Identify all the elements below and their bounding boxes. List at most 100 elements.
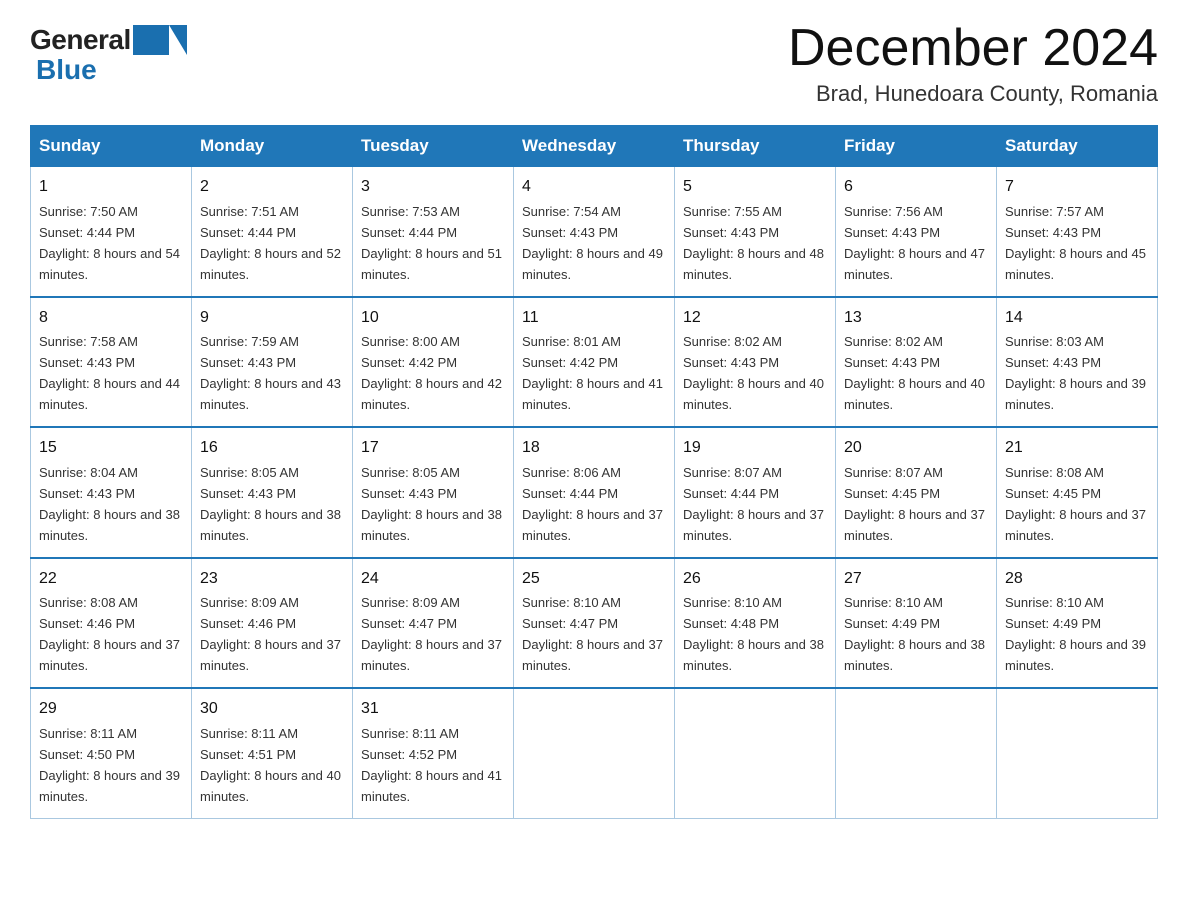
day-info: Sunrise: 8:02 AMSunset: 4:43 PMDaylight:… <box>683 334 824 412</box>
calendar-cell: 19 Sunrise: 8:07 AMSunset: 4:44 PMDayligh… <box>675 427 836 557</box>
day-number: 30 <box>200 697 344 722</box>
title-area: December 2024 Brad, Hunedoara County, Ro… <box>788 20 1158 107</box>
day-number: 10 <box>361 306 505 331</box>
day-info: Sunrise: 7:58 AMSunset: 4:43 PMDaylight:… <box>39 334 180 412</box>
day-number: 20 <box>844 436 988 461</box>
calendar-cell: 4 Sunrise: 7:54 AMSunset: 4:43 PMDaylight… <box>514 167 675 297</box>
day-info: Sunrise: 8:03 AMSunset: 4:43 PMDaylight:… <box>1005 334 1146 412</box>
day-number: 3 <box>361 175 505 200</box>
day-info: Sunrise: 8:02 AMSunset: 4:43 PMDaylight:… <box>844 334 985 412</box>
day-info: Sunrise: 8:06 AMSunset: 4:44 PMDaylight:… <box>522 465 663 543</box>
calendar-cell <box>997 688 1158 818</box>
day-info: Sunrise: 8:11 AMSunset: 4:50 PMDaylight:… <box>39 726 180 804</box>
calendar-title: December 2024 <box>788 20 1158 77</box>
calendar-cell: 3Sunrise: 7:53 AMSunset: 4:44 PMDaylight… <box>353 167 514 297</box>
calendar-cell: 23Sunrise: 8:09 AMSunset: 4:46 PMDayligh… <box>192 558 353 688</box>
page-header: General Blue December 2024 Brad, Hunedoa… <box>30 20 1158 107</box>
day-number: 21 <box>1005 436 1149 461</box>
day-number: 19 <box>683 436 827 461</box>
day-info: Sunrise: 7:59 AMSunset: 4:43 PMDaylight:… <box>200 334 341 412</box>
day-info: Sunrise: 7:51 AMSunset: 4:44 PMDaylight:… <box>200 204 341 282</box>
calendar-cell: 26 Sunrise: 8:10 AMSunset: 4:48 PMDayligh… <box>675 558 836 688</box>
calendar-cell: 28 Sunrise: 8:10 AMSunset: 4:49 PMDayligh… <box>997 558 1158 688</box>
calendar-cell: 15 Sunrise: 8:04 AMSunset: 4:43 PMDayligh… <box>31 427 192 557</box>
day-info: Sunrise: 8:01 AMSunset: 4:42 PMDaylight:… <box>522 334 663 412</box>
calendar-cell: 11 Sunrise: 8:01 AMSunset: 4:42 PMDayligh… <box>514 297 675 427</box>
calendar-cell: 22Sunrise: 8:08 AMSunset: 4:46 PMDayligh… <box>31 558 192 688</box>
calendar-week-row: 1Sunrise: 7:50 AMSunset: 4:44 PMDaylight… <box>31 167 1158 297</box>
day-info: Sunrise: 8:10 AMSunset: 4:49 PMDaylight:… <box>1005 595 1146 673</box>
calendar-cell: 20 Sunrise: 8:07 AMSunset: 4:45 PMDayligh… <box>836 427 997 557</box>
calendar-cell: 30 Sunrise: 8:11 AMSunset: 4:51 PMDayligh… <box>192 688 353 818</box>
day-number: 8 <box>39 306 183 331</box>
day-info: Sunrise: 8:07 AMSunset: 4:45 PMDaylight:… <box>844 465 985 543</box>
day-number: 23 <box>200 567 344 592</box>
day-info: Sunrise: 8:10 AMSunset: 4:47 PMDaylight:… <box>522 595 663 673</box>
day-number: 14 <box>1005 306 1149 331</box>
day-number: 24 <box>361 567 505 592</box>
calendar-cell <box>514 688 675 818</box>
day-number: 2 <box>200 175 344 200</box>
calendar-header-row: SundayMondayTuesdayWednesdayThursdayFrid… <box>31 126 1158 167</box>
calendar-cell: 25 Sunrise: 8:10 AMSunset: 4:47 PMDayligh… <box>514 558 675 688</box>
calendar-cell: 8 Sunrise: 7:58 AMSunset: 4:43 PMDaylight… <box>31 297 192 427</box>
day-number: 11 <box>522 306 666 331</box>
day-number: 4 <box>522 175 666 200</box>
day-info: Sunrise: 8:08 AMSunset: 4:46 PMDaylight:… <box>39 595 180 673</box>
calendar-cell: 24 Sunrise: 8:09 AMSunset: 4:47 PMDayligh… <box>353 558 514 688</box>
calendar-cell: 17 Sunrise: 8:05 AMSunset: 4:43 PMDayligh… <box>353 427 514 557</box>
calendar-cell: 13Sunrise: 8:02 AMSunset: 4:43 PMDayligh… <box>836 297 997 427</box>
day-info: Sunrise: 7:54 AMSunset: 4:43 PMDaylight:… <box>522 204 663 282</box>
calendar-cell: 5Sunrise: 7:55 AMSunset: 4:43 PMDaylight… <box>675 167 836 297</box>
day-header-sunday: Sunday <box>31 126 192 167</box>
day-info: Sunrise: 8:09 AMSunset: 4:47 PMDaylight:… <box>361 595 502 673</box>
calendar-cell: 7Sunrise: 7:57 AMSunset: 4:43 PMDaylight… <box>997 167 1158 297</box>
calendar-cell: 27 Sunrise: 8:10 AMSunset: 4:49 PMDayligh… <box>836 558 997 688</box>
day-info: Sunrise: 7:56 AMSunset: 4:43 PMDaylight:… <box>844 204 985 282</box>
calendar-cell: 16 Sunrise: 8:05 AMSunset: 4:43 PMDayligh… <box>192 427 353 557</box>
day-info: Sunrise: 8:08 AMSunset: 4:45 PMDaylight:… <box>1005 465 1146 543</box>
day-number: 15 <box>39 436 183 461</box>
day-number: 26 <box>683 567 827 592</box>
logo: General Blue <box>30 20 169 86</box>
day-number: 27 <box>844 567 988 592</box>
calendar-cell <box>675 688 836 818</box>
day-info: Sunrise: 8:10 AMSunset: 4:48 PMDaylight:… <box>683 595 824 673</box>
calendar-cell: 1Sunrise: 7:50 AMSunset: 4:44 PMDaylight… <box>31 167 192 297</box>
day-number: 16 <box>200 436 344 461</box>
calendar-cell: 21 Sunrise: 8:08 AMSunset: 4:45 PMDayligh… <box>997 427 1158 557</box>
day-number: 29 <box>39 697 183 722</box>
calendar-week-row: 15 Sunrise: 8:04 AMSunset: 4:43 PMDayligh… <box>31 427 1158 557</box>
day-info: Sunrise: 8:07 AMSunset: 4:44 PMDaylight:… <box>683 465 824 543</box>
day-info: Sunrise: 8:11 AMSunset: 4:52 PMDaylight:… <box>361 726 502 804</box>
calendar-week-row: 22Sunrise: 8:08 AMSunset: 4:46 PMDayligh… <box>31 558 1158 688</box>
calendar-cell: 6 Sunrise: 7:56 AMSunset: 4:43 PMDaylight… <box>836 167 997 297</box>
calendar-cell: 10Sunrise: 8:00 AMSunset: 4:42 PMDayligh… <box>353 297 514 427</box>
calendar-cell: 14 Sunrise: 8:03 AMSunset: 4:43 PMDayligh… <box>997 297 1158 427</box>
calendar-week-row: 29 Sunrise: 8:11 AMSunset: 4:50 PMDayligh… <box>31 688 1158 818</box>
calendar-cell: 2 Sunrise: 7:51 AMSunset: 4:44 PMDaylight… <box>192 167 353 297</box>
day-number: 25 <box>522 567 666 592</box>
day-number: 18 <box>522 436 666 461</box>
day-number: 7 <box>1005 175 1149 200</box>
day-info: Sunrise: 8:05 AMSunset: 4:43 PMDaylight:… <box>200 465 341 543</box>
day-info: Sunrise: 8:05 AMSunset: 4:43 PMDaylight:… <box>361 465 502 543</box>
day-info: Sunrise: 8:04 AMSunset: 4:43 PMDaylight:… <box>39 465 180 543</box>
day-info: Sunrise: 7:55 AMSunset: 4:43 PMDaylight:… <box>683 204 824 282</box>
day-number: 12 <box>683 306 827 331</box>
calendar-cell: 31 Sunrise: 8:11 AMSunset: 4:52 PMDayligh… <box>353 688 514 818</box>
day-info: Sunrise: 8:10 AMSunset: 4:49 PMDaylight:… <box>844 595 985 673</box>
day-number: 6 <box>844 175 988 200</box>
day-header-tuesday: Tuesday <box>353 126 514 167</box>
day-number: 28 <box>1005 567 1149 592</box>
day-info: Sunrise: 8:11 AMSunset: 4:51 PMDaylight:… <box>200 726 341 804</box>
day-number: 17 <box>361 436 505 461</box>
day-number: 31 <box>361 697 505 722</box>
calendar-cell <box>836 688 997 818</box>
calendar-week-row: 8 Sunrise: 7:58 AMSunset: 4:43 PMDaylight… <box>31 297 1158 427</box>
day-number: 1 <box>39 175 183 200</box>
day-number: 9 <box>200 306 344 331</box>
logo-blue-text: Blue <box>36 54 97 86</box>
day-header-saturday: Saturday <box>997 126 1158 167</box>
logo-icon <box>133 25 169 55</box>
